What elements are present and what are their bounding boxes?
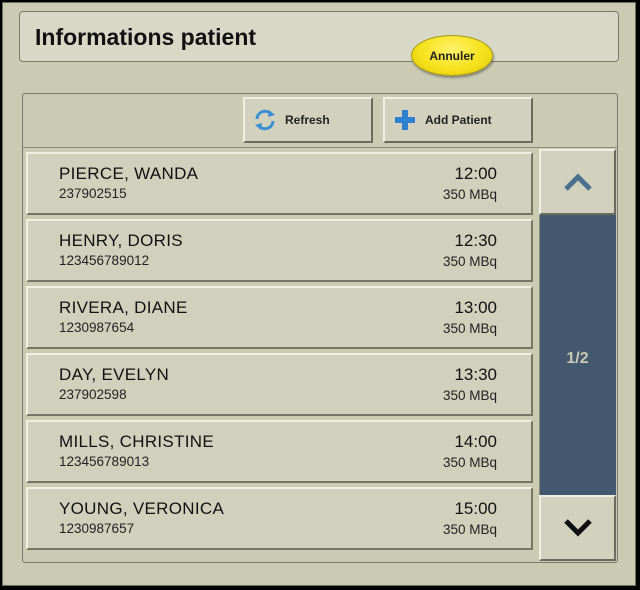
patient-name: YOUNG, VERONICA [59,499,225,518]
scroll-down-button[interactable] [539,495,616,561]
patient-name: HENRY, DORIS [59,231,183,250]
appointment-time: 14:00 [454,432,497,451]
appointment-time: 13:00 [454,298,497,317]
patient-row[interactable]: MILLS, CHRISTINE 123456789013 14:00 350 … [26,420,533,483]
appointment-time: 15:00 [454,499,497,518]
refresh-button-label: Refresh [285,113,330,127]
add-patient-button[interactable]: Add Patient [383,97,533,143]
appointment-time: 12:30 [454,231,497,250]
patient-row[interactable]: PIERCE, WANDA 237902515 12:00 350 MBq [26,152,533,215]
patient-name: PIERCE, WANDA [59,164,199,183]
patient-id: 237902515 [59,186,127,201]
patient-id: 1230987657 [59,521,135,536]
cancel-button[interactable]: Annuler [411,35,493,76]
dose-value: 350 MBq [442,455,497,470]
appointment-time: 12:00 [454,164,497,183]
patient-name: RIVERA, DIANE [59,298,188,317]
dose-value: 350 MBq [442,388,497,403]
patient-id: 123456789012 [59,253,150,268]
appointment-time: 13:30 [454,365,497,384]
page-title: Informations patient [35,24,257,50]
patient-name: DAY, EVELYN [59,365,170,384]
refresh-button[interactable]: Refresh [243,97,373,143]
patient-id: 237902598 [59,387,127,402]
chevron-down-icon [563,519,592,537]
patient-row[interactable]: RIVERA, DIANE 1230987654 13:00 350 MBq [26,286,533,349]
refresh-icon [255,109,275,131]
list-divider [22,147,618,148]
scroll-up-button[interactable] [539,149,616,215]
patient-row[interactable]: YOUNG, VERONICA 1230987657 15:00 350 MBq [26,487,533,550]
patient-row[interactable]: HENRY, DORIS 123456789012 12:30 350 MBq [26,219,533,282]
dose-value: 350 MBq [442,187,497,202]
plus-icon [395,110,415,130]
patient-name: MILLS, CHRISTINE [59,432,214,451]
page-indicator: 1/2 [566,350,589,367]
header-bar: Informations patient [19,11,619,62]
add-patient-button-label: Add Patient [425,113,492,127]
dose-value: 350 MBq [442,321,497,336]
dose-value: 350 MBq [442,254,497,269]
patient-row[interactable]: DAY, EVELYN 237902598 13:30 350 MBq [26,353,533,416]
chevron-up-icon [563,173,592,191]
patient-id: 1230987654 [59,320,135,335]
dose-value: 350 MBq [442,522,497,537]
patient-id: 123456789013 [59,454,150,469]
